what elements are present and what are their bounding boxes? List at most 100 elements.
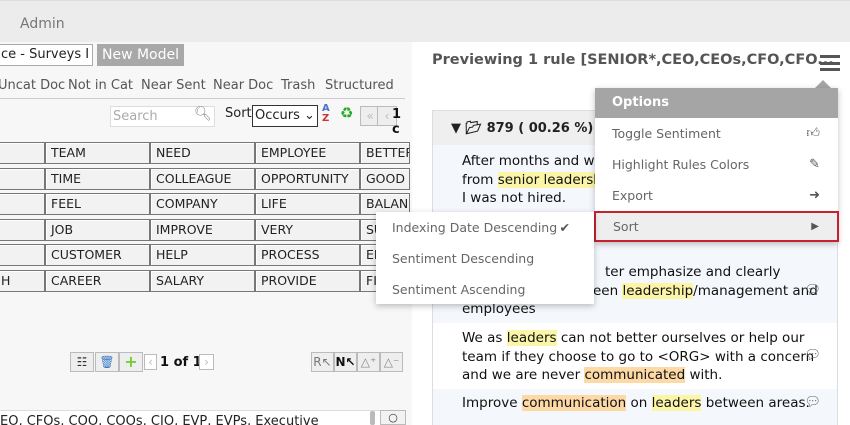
- options-menu-title: Options: [595, 88, 838, 118]
- menu-item-toggle-sentiment[interactable]: Toggle Sentiment 👍︎: [595, 118, 838, 149]
- tab-near-sent[interactable]: Near Sent: [141, 78, 206, 93]
- sort-sentiment-ascending[interactable]: Sentiment Ascending: [376, 277, 594, 308]
- comment-icon[interactable]: 💬︎: [804, 282, 821, 301]
- sort-az-icon[interactable]: AZ: [322, 104, 330, 124]
- tab-uncat-doc[interactable]: Uncat Doc: [0, 78, 65, 93]
- hamburger-menu-icon[interactable]: [820, 55, 840, 71]
- grid-cell[interactable]: TIME: [45, 167, 150, 190]
- rule-r-icon[interactable]: R↖: [311, 352, 334, 372]
- grid-cell[interactable]: EMPLOYEE: [255, 142, 360, 164]
- remove-rule-icon[interactable]: △⁻: [380, 352, 403, 372]
- new-model-button[interactable]: New Model: [97, 44, 184, 66]
- check-icon: ✔: [559, 220, 570, 235]
- preview-title: Previewing 1 rule [SENIOR*,CEO,CEOs,CFO,…: [432, 52, 834, 68]
- document-item[interactable]: We as leaders can not better ourselves o…: [433, 323, 837, 389]
- doc-text: /management and: [693, 282, 818, 299]
- highlight: leaders: [651, 395, 702, 411]
- highlight: communication: [521, 395, 627, 411]
- grid-cell[interactable]: IMPROVE: [150, 218, 255, 241]
- rule-text-field[interactable]: EO, CFOs, COO, COOs, CIO, EVP, EVPs, Exe…: [0, 410, 380, 425]
- add-icon[interactable]: +: [119, 352, 143, 372]
- doc-text: Improve: [462, 395, 522, 411]
- grid-cell[interactable]: [0, 167, 45, 190]
- grid-cell[interactable]: [0, 193, 45, 215]
- grid-cell[interactable]: OPPORTUNITY: [255, 167, 360, 190]
- menu-item-label: Toggle Sentiment: [612, 126, 721, 141]
- trash-icon[interactable]: 🗑︎: [95, 352, 119, 372]
- top-bar: [0, 0, 850, 42]
- scrollbar[interactable]: [370, 411, 375, 425]
- refresh-icon[interactable]: ♻: [340, 104, 353, 122]
- model-select[interactable]: ce - Surveys I ⌄: [0, 44, 93, 66]
- tree-icon[interactable]: ☷: [70, 352, 94, 372]
- doc-text: We as: [462, 330, 507, 346]
- doc-text: on: [626, 395, 652, 411]
- comment-icon[interactable]: 💬︎: [804, 347, 821, 366]
- menu-item-highlight-rules-colors[interactable]: Highlight Rules Colors ✎: [595, 149, 838, 180]
- menu-item-label: Export: [612, 188, 653, 203]
- grid-cell[interactable]: SALARY: [150, 269, 255, 292]
- highlight: leadership: [622, 282, 694, 299]
- doc-text: from: [462, 171, 498, 188]
- grid-cell[interactable]: PROCESS: [255, 244, 360, 266]
- grid-cell[interactable]: H: [0, 269, 45, 292]
- page-indicator: 1 c: [392, 107, 402, 137]
- add-rule-icon[interactable]: △⁺: [357, 352, 380, 372]
- filter-icon[interactable]: ▼: [451, 121, 461, 136]
- menu-item-sort[interactable]: Sort ▶: [594, 211, 839, 242]
- grid-cell[interactable]: NEED: [150, 142, 255, 164]
- grid-cell[interactable]: JOB: [45, 218, 150, 241]
- grid-cell[interactable]: COMPANY: [150, 193, 255, 215]
- menu-item-label: Sort: [613, 219, 639, 234]
- divider: [0, 98, 405, 99]
- model-select-value: ce - Surveys I: [1, 47, 90, 62]
- tab-trash[interactable]: Trash: [281, 78, 315, 93]
- next-page-button[interactable]: ›: [199, 354, 214, 370]
- grid-cell[interactable]: FEEL: [45, 193, 150, 215]
- menu-caret: [815, 80, 831, 88]
- tab-structured[interactable]: Structured: [325, 78, 394, 93]
- grid-cell[interactable]: COLLEAGUE: [150, 167, 255, 190]
- options-menu: Options Toggle Sentiment 👍︎ Highlight Rul…: [594, 88, 839, 242]
- sort-select-value: Occurs: [255, 108, 300, 123]
- grid-cell[interactable]: [0, 244, 45, 266]
- grid-cell[interactable]: [0, 218, 45, 241]
- grid-cell[interactable]: HELP: [150, 244, 255, 266]
- grid-cell[interactable]: PROVIDE: [255, 269, 360, 292]
- folder-icon: 📂︎: [465, 121, 483, 136]
- grid-cell[interactable]: CUSTOMER: [45, 244, 150, 266]
- admin-label[interactable]: Admin: [20, 16, 65, 32]
- submenu-label: Sentiment Descending: [392, 251, 535, 266]
- grid-cell[interactable]: CAREER: [45, 269, 150, 292]
- rule-n-icon[interactable]: N↖: [334, 352, 357, 372]
- grid-cell[interactable]: [0, 142, 45, 164]
- grid-cell[interactable]: GOOD: [360, 167, 410, 190]
- caret-right-icon: ▶: [811, 221, 819, 232]
- menu-item-label: Highlight Rules Colors: [612, 157, 750, 172]
- comment-icon[interactable]: 💬︎: [804, 394, 821, 413]
- sort-submenu: Indexing Date Descending ✔ Sentiment Desc…: [376, 212, 594, 304]
- grid-cell[interactable]: TEAM: [45, 142, 150, 164]
- menu-item-export[interactable]: Export ➜: [595, 180, 838, 211]
- submenu-label: Sentiment Ascending: [392, 282, 526, 297]
- sort-select[interactable]: Occurs ⌄: [252, 105, 318, 127]
- highlight: leaders: [506, 330, 557, 346]
- sort-sentiment-descending[interactable]: Sentiment Descending: [376, 246, 594, 277]
- tab-near-doc[interactable]: Near Doc: [213, 78, 273, 93]
- doc-text: een: [593, 282, 623, 299]
- grid-cell[interactable]: VERY: [255, 218, 360, 241]
- tab-not-in-cat[interactable]: Not in Cat: [68, 78, 133, 93]
- doc-text: with.: [685, 367, 723, 383]
- search-rule-icon[interactable]: ○: [380, 410, 406, 425]
- prev-page-button[interactable]: ‹: [144, 354, 157, 370]
- document-item[interactable]: Improve communication on leaders between…: [433, 389, 837, 425]
- edit-icon: ✎: [809, 157, 820, 172]
- export-icon: ➜: [809, 188, 820, 203]
- submenu-label: Indexing Date Descending: [392, 220, 558, 235]
- doc-text: can not better ourselves or help our: [556, 330, 805, 346]
- grid-cell[interactable]: LIFE: [255, 193, 360, 215]
- grid-cell[interactable]: BETTER: [360, 142, 410, 164]
- sort-indexing-date-descending[interactable]: Indexing Date Descending ✔: [376, 215, 594, 246]
- search-icon[interactable]: 🔍︎: [194, 106, 212, 122]
- thumbs-up-icon: 👍︎: [806, 126, 820, 141]
